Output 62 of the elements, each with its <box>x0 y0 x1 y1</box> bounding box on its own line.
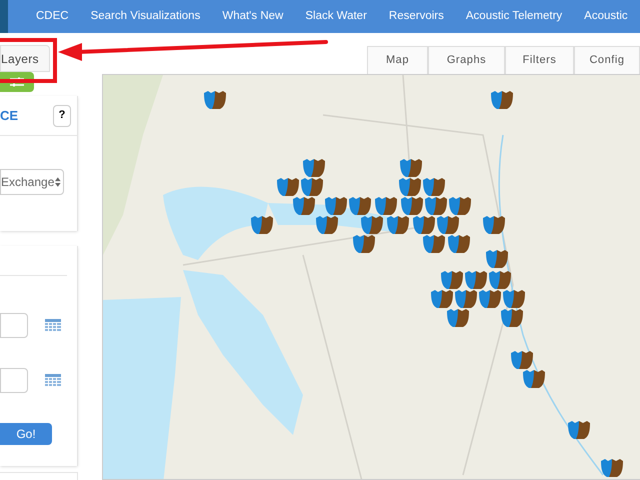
nav-link[interactable]: Acoustic Telemetry <box>466 8 562 26</box>
calendar-icon[interactable] <box>45 319 61 332</box>
water-soil-marker-icon[interactable] <box>491 91 513 109</box>
water-soil-marker-icon[interactable] <box>441 271 463 289</box>
nav-link[interactable]: Reservoirs <box>388 8 444 26</box>
water-soil-marker-icon[interactable] <box>465 271 487 289</box>
water-soil-marker-icon[interactable] <box>479 290 501 308</box>
water-soil-marker-icon[interactable] <box>316 216 338 234</box>
start-date-field[interactable] <box>0 313 28 338</box>
water-soil-marker-icon[interactable] <box>423 178 445 196</box>
sliders-icon <box>10 77 24 87</box>
water-soil-marker-icon[interactable] <box>204 91 226 109</box>
water-soil-marker-icon[interactable] <box>568 421 590 439</box>
water-soil-marker-icon[interactable] <box>325 197 347 215</box>
view-tab[interactable]: Graphs <box>428 46 505 74</box>
nav-link[interactable]: CDEC <box>36 8 69 26</box>
water-soil-marker-icon[interactable] <box>399 178 421 196</box>
view-tab[interactable]: Filters <box>505 46 574 74</box>
water-soil-marker-icon[interactable] <box>486 250 508 268</box>
water-soil-marker-icon[interactable] <box>375 197 397 215</box>
nav-link[interactable]: Slack Water <box>305 8 367 26</box>
water-soil-marker-icon[interactable] <box>489 271 511 289</box>
brand-strip <box>0 0 8 33</box>
water-soil-marker-icon[interactable] <box>413 216 435 234</box>
water-soil-marker-icon[interactable] <box>387 216 409 234</box>
water-soil-marker-icon[interactable] <box>425 197 447 215</box>
nav-link[interactable]: Search Visualizations <box>90 8 200 26</box>
water-soil-marker-icon[interactable] <box>301 178 323 196</box>
layers-tab[interactable]: Layers <box>0 45 50 72</box>
water-soil-marker-icon[interactable] <box>437 216 459 234</box>
water-soil-marker-icon[interactable] <box>303 159 325 177</box>
spinner-icon <box>55 177 61 187</box>
water-soil-marker-icon[interactable] <box>449 197 471 215</box>
calendar-icon[interactable] <box>45 374 61 387</box>
water-soil-marker-icon[interactable] <box>501 309 523 327</box>
water-soil-marker-icon[interactable] <box>448 235 470 253</box>
view-tab[interactable]: Map <box>367 46 428 74</box>
water-soil-marker-icon[interactable] <box>431 290 453 308</box>
water-soil-marker-icon[interactable] <box>361 216 383 234</box>
water-soil-marker-icon[interactable] <box>503 290 525 308</box>
water-soil-marker-icon[interactable] <box>447 309 469 327</box>
water-soil-marker-icon[interactable] <box>251 216 273 234</box>
water-soil-marker-icon[interactable] <box>523 370 545 388</box>
water-soil-marker-icon[interactable] <box>401 197 423 215</box>
view-tab[interactable]: Config <box>574 46 640 74</box>
nav-link[interactable]: What's New <box>222 8 284 26</box>
water-soil-marker-icon[interactable] <box>349 197 371 215</box>
water-soil-marker-icon[interactable] <box>293 197 315 215</box>
water-soil-marker-icon[interactable] <box>400 159 422 177</box>
water-soil-marker-icon[interactable] <box>601 459 623 477</box>
panel-title: CE <box>0 106 18 125</box>
station-select[interactable]: Exchange <box>0 169 64 195</box>
water-soil-marker-icon[interactable] <box>423 235 445 253</box>
water-soil-marker-icon[interactable] <box>455 290 477 308</box>
water-soil-marker-icon[interactable] <box>511 351 533 369</box>
water-soil-marker-icon[interactable] <box>277 178 299 196</box>
water-soil-marker-icon[interactable] <box>483 216 505 234</box>
nav-link[interactable]: Acoustic <box>584 8 628 26</box>
help-button[interactable]: ? <box>53 104 71 126</box>
water-soil-marker-icon[interactable] <box>353 235 375 253</box>
end-date-field[interactable] <box>0 368 28 393</box>
go-button[interactable]: Go! <box>0 423 52 445</box>
